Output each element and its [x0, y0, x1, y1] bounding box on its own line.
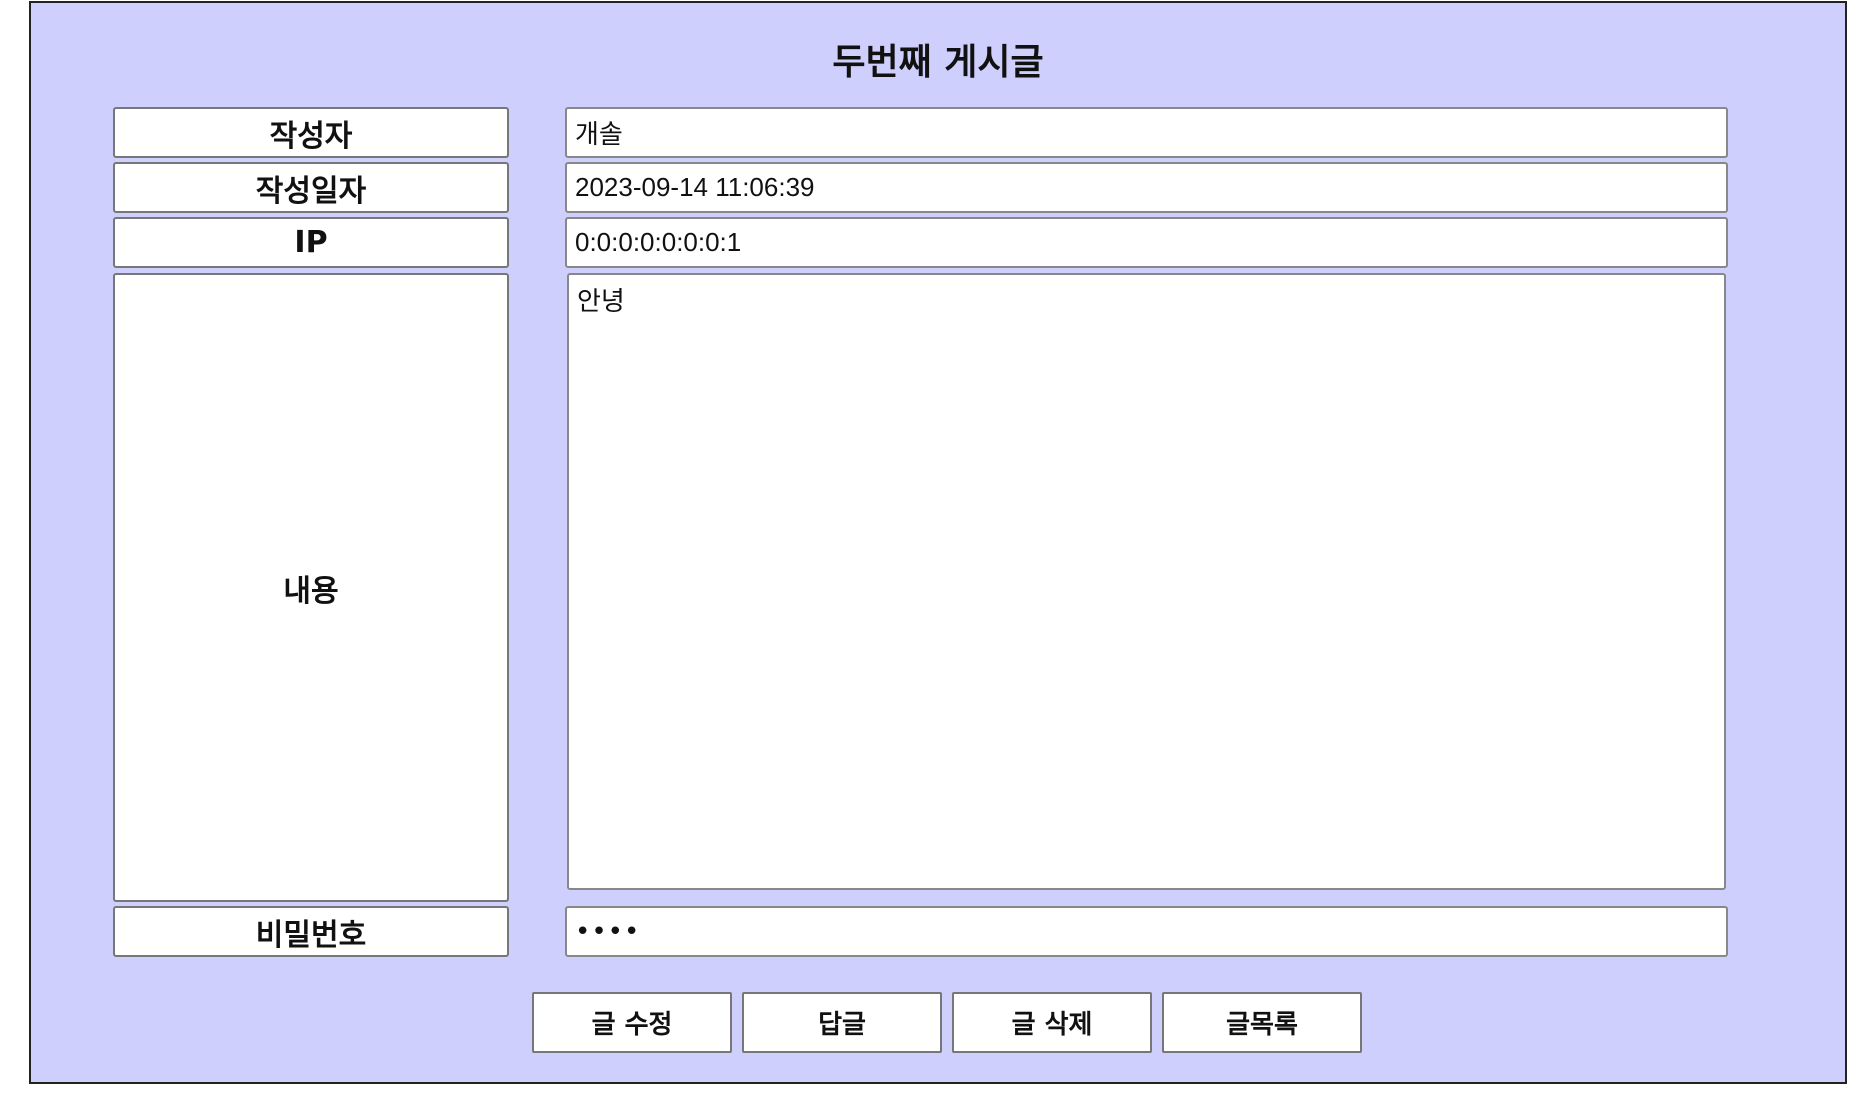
- date-label: 작성일자: [113, 162, 509, 213]
- delete-post-button[interactable]: 글 삭제: [952, 992, 1152, 1053]
- author-field[interactable]: 개솔: [565, 107, 1728, 158]
- author-label: 작성자: [113, 107, 509, 158]
- content-label: 내용: [113, 273, 509, 902]
- ip-label: IP: [113, 217, 509, 268]
- edit-post-button[interactable]: 글 수정: [532, 992, 732, 1053]
- page-title: 두번째 게시글: [832, 42, 1044, 83]
- date-field[interactable]: 2023-09-14 11:06:39: [565, 162, 1728, 213]
- reply-button[interactable]: 답글: [742, 992, 942, 1053]
- ip-field[interactable]: 0:0:0:0:0:0:0:1: [565, 217, 1728, 268]
- password-field[interactable]: ••••: [565, 906, 1728, 957]
- post-list-button[interactable]: 글목록: [1162, 992, 1362, 1053]
- post-view-panel: 두번째 게시글 작성자 개솔 작성일자 2023-09-14 11:06:39 …: [29, 1, 1847, 1084]
- content-textarea[interactable]: 안녕: [567, 273, 1726, 890]
- password-label: 비밀번호: [113, 906, 509, 957]
